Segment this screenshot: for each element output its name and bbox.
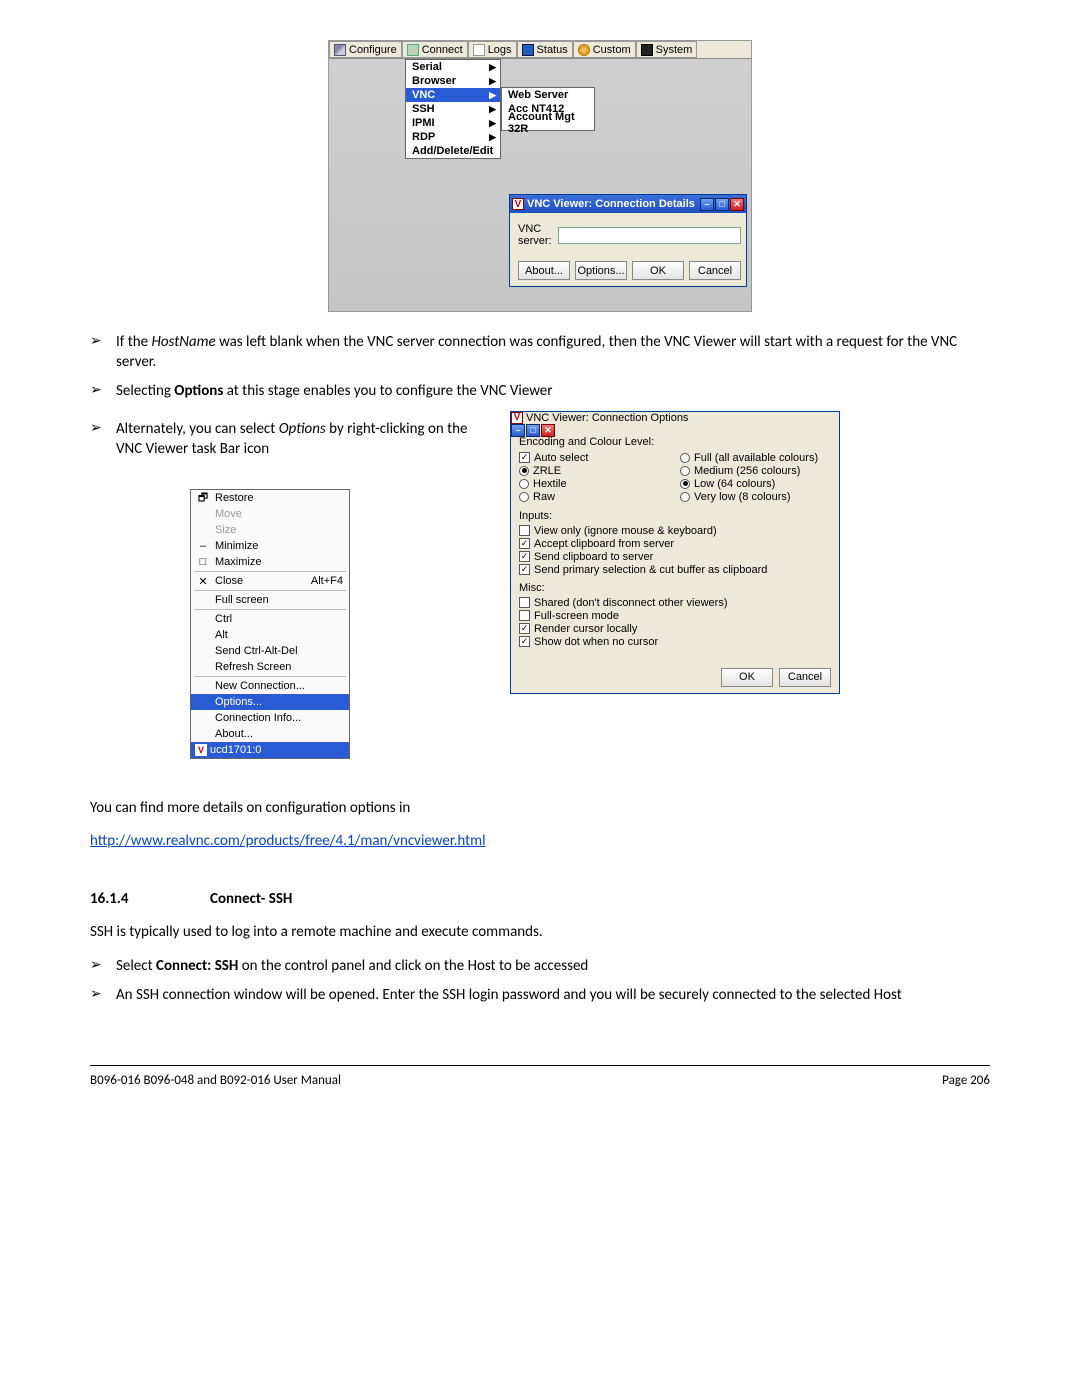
close-button[interactable]: ✕ bbox=[541, 424, 555, 437]
connect-icon bbox=[407, 44, 419, 56]
toolbar: Configure Connect Logs Status Custom Sys… bbox=[329, 41, 751, 59]
screenshot-connection-options: VVNC Viewer: Connection Options – □ ✕ En… bbox=[510, 411, 840, 694]
ctx-item-connection-info-[interactable]: Connection Info... bbox=[191, 710, 349, 726]
toolbar-connect[interactable]: Connect bbox=[402, 41, 468, 58]
menu-item-browser[interactable]: Browser▶ bbox=[406, 74, 500, 88]
ctx-item-about-[interactable]: About... bbox=[191, 726, 349, 742]
vnc-icon: V bbox=[512, 198, 524, 210]
checkbox-shared-don-t-disconnect-other-viewers-[interactable]: Shared (don't disconnect other viewers) bbox=[519, 597, 831, 609]
custom-icon bbox=[578, 44, 590, 56]
toolbar-system[interactable]: System bbox=[636, 41, 698, 58]
ctx-item-maximize[interactable]: □Maximize bbox=[191, 554, 349, 570]
menu-item-ssh[interactable]: SSH▶ bbox=[406, 102, 500, 116]
submenu-item[interactable]: Account Mgt 32R bbox=[502, 116, 594, 130]
system-icon bbox=[641, 44, 653, 56]
checkbox-render-cursor-locally[interactable]: ✓Render cursor locally bbox=[519, 623, 831, 635]
radio-full-all-available-colours-[interactable]: Full (all available colours) bbox=[680, 452, 831, 464]
close-button[interactable]: ✕ bbox=[730, 198, 744, 211]
radio-very-low-colours-[interactable]: Very low (8 colours) bbox=[680, 491, 831, 503]
radio-medium-colours-[interactable]: Medium (256 colours) bbox=[680, 465, 831, 477]
taskbar-item[interactable]: Vucd1701:0 bbox=[191, 742, 349, 758]
vnc-submenu: Web ServerAcc NT412Account Mgt 32R bbox=[501, 87, 595, 131]
logs-icon bbox=[473, 44, 485, 56]
status-icon bbox=[522, 44, 534, 56]
options-button[interactable]: Options... bbox=[575, 261, 627, 280]
menu-item-vnc[interactable]: VNC▶ bbox=[406, 88, 500, 102]
radio-raw[interactable]: Raw bbox=[519, 491, 670, 503]
checkbox-full-screen-mode[interactable]: Full-screen mode bbox=[519, 610, 831, 622]
wrench-icon bbox=[334, 44, 346, 56]
misc-label: Misc: bbox=[519, 582, 831, 594]
vnc-server-input[interactable] bbox=[558, 227, 741, 244]
cancel-button[interactable]: Cancel bbox=[689, 261, 741, 280]
checkbox-send-primary-selection-cut-buffer-as-clipboard[interactable]: ✓Send primary selection & cut buffer as … bbox=[519, 564, 831, 576]
ctx-item-ctrl[interactable]: Ctrl bbox=[191, 611, 349, 627]
bullet-ssh-select: Select Connect: SSH on the control panel… bbox=[90, 956, 990, 976]
bullet-ssh-window: An SSH connection window will be opened.… bbox=[90, 985, 990, 1005]
connect-dropdown: Serial▶Browser▶VNC▶SSH▶IPMI▶RDP▶Add/Dele… bbox=[405, 59, 501, 159]
ctx-item-size: Size bbox=[191, 522, 349, 538]
section-heading: 16.1.4Connect- SSH bbox=[90, 890, 990, 908]
cancel-button[interactable]: Cancel bbox=[779, 668, 831, 687]
checkbox-accept-clipboard-from-server[interactable]: ✓Accept clipboard from server bbox=[519, 538, 831, 550]
menu-item-serial[interactable]: Serial▶ bbox=[406, 60, 500, 74]
toolbar-logs[interactable]: Logs bbox=[468, 41, 517, 58]
toolbar-configure[interactable]: Configure bbox=[329, 41, 402, 58]
ctx-item-move: Move bbox=[191, 506, 349, 522]
footer-page: Page 206 bbox=[942, 1073, 990, 1088]
minimize-button[interactable]: – bbox=[700, 198, 714, 211]
menu-item-rdp[interactable]: RDP▶ bbox=[406, 130, 500, 144]
about-button[interactable]: About... bbox=[518, 261, 570, 280]
maximize-button[interactable]: □ bbox=[526, 424, 540, 437]
checkbox-auto-select[interactable]: ✓Auto select bbox=[519, 452, 670, 464]
screenshot-context-menu: 🗗RestoreMoveSize–Minimize□Maximize ✕Close… bbox=[190, 489, 350, 759]
more-details-text: You can find more details on configurati… bbox=[90, 799, 990, 817]
ctx-item-send-ctrl-alt-del[interactable]: Send Ctrl-Alt-Del bbox=[191, 643, 349, 659]
menu-item-ipmi[interactable]: IPMI▶ bbox=[406, 116, 500, 130]
checkbox-show-dot-when-no-cursor[interactable]: ✓Show dot when no cursor bbox=[519, 636, 831, 648]
ctx-item-alt[interactable]: Alt bbox=[191, 627, 349, 643]
bullet-rightclick: Alternately, you can select Options by r… bbox=[90, 419, 490, 460]
ctx-item-restore[interactable]: 🗗Restore bbox=[191, 490, 349, 506]
vnc-connection-dialog: VVNC Viewer: Connection Details – □ ✕ VN… bbox=[509, 194, 747, 287]
ctx-item-minimize[interactable]: –Minimize bbox=[191, 538, 349, 554]
dialog-title: VNC Viewer: Connection Options bbox=[526, 412, 688, 424]
vnc-server-label: VNC server: bbox=[518, 223, 552, 247]
footer-manual: B096-016 B096-048 and B092-016 User Manu… bbox=[90, 1073, 341, 1088]
minimize-button[interactable]: – bbox=[511, 424, 525, 437]
ctx-item-refresh-screen[interactable]: Refresh Screen bbox=[191, 659, 349, 675]
ssh-intro: SSH is typically used to log into a remo… bbox=[90, 923, 990, 941]
radio-low-colours-[interactable]: Low (64 colours) bbox=[680, 478, 831, 490]
ctx-item-new-connection-[interactable]: New Connection... bbox=[191, 678, 349, 694]
toolbar-status[interactable]: Status bbox=[517, 41, 573, 58]
ctx-item-close[interactable]: ✕CloseAlt+F4 bbox=[191, 573, 349, 589]
radio-zrle[interactable]: ZRLE bbox=[519, 465, 670, 477]
toolbar-custom[interactable]: Custom bbox=[573, 41, 636, 58]
radio-hextile[interactable]: Hextile bbox=[519, 478, 670, 490]
encoding-label: Encoding and Colour Level: bbox=[519, 436, 831, 448]
checkbox-view-only-ignore-mouse-keyboard-[interactable]: View only (ignore mouse & keyboard) bbox=[519, 525, 831, 537]
menu-item-add-delete-edit[interactable]: Add/Delete/Edit bbox=[406, 144, 500, 158]
inputs-label: Inputs: bbox=[519, 510, 831, 522]
bullet-options: Selecting Options at this stage enables … bbox=[90, 381, 990, 401]
bullet-hostname: If the HostName was left blank when the … bbox=[90, 332, 990, 373]
dialog-title: VNC Viewer: Connection Details bbox=[527, 198, 695, 210]
submenu-item[interactable]: Web Server bbox=[502, 88, 594, 102]
realvnc-link[interactable]: http://www.realvnc.com/products/free/4.1… bbox=[90, 832, 486, 850]
ok-button[interactable]: OK bbox=[632, 261, 684, 280]
checkbox-send-clipboard-to-server[interactable]: ✓Send clipboard to server bbox=[519, 551, 831, 563]
ctx-item-options-[interactable]: Options... bbox=[191, 694, 349, 710]
vnc-icon: V bbox=[511, 412, 523, 424]
maximize-button[interactable]: □ bbox=[715, 198, 729, 211]
ok-button[interactable]: OK bbox=[721, 668, 773, 687]
ctx-item-full-screen[interactable]: Full screen bbox=[191, 592, 349, 608]
screenshot-connect-menu: Configure Connect Logs Status Custom Sys… bbox=[328, 40, 752, 312]
